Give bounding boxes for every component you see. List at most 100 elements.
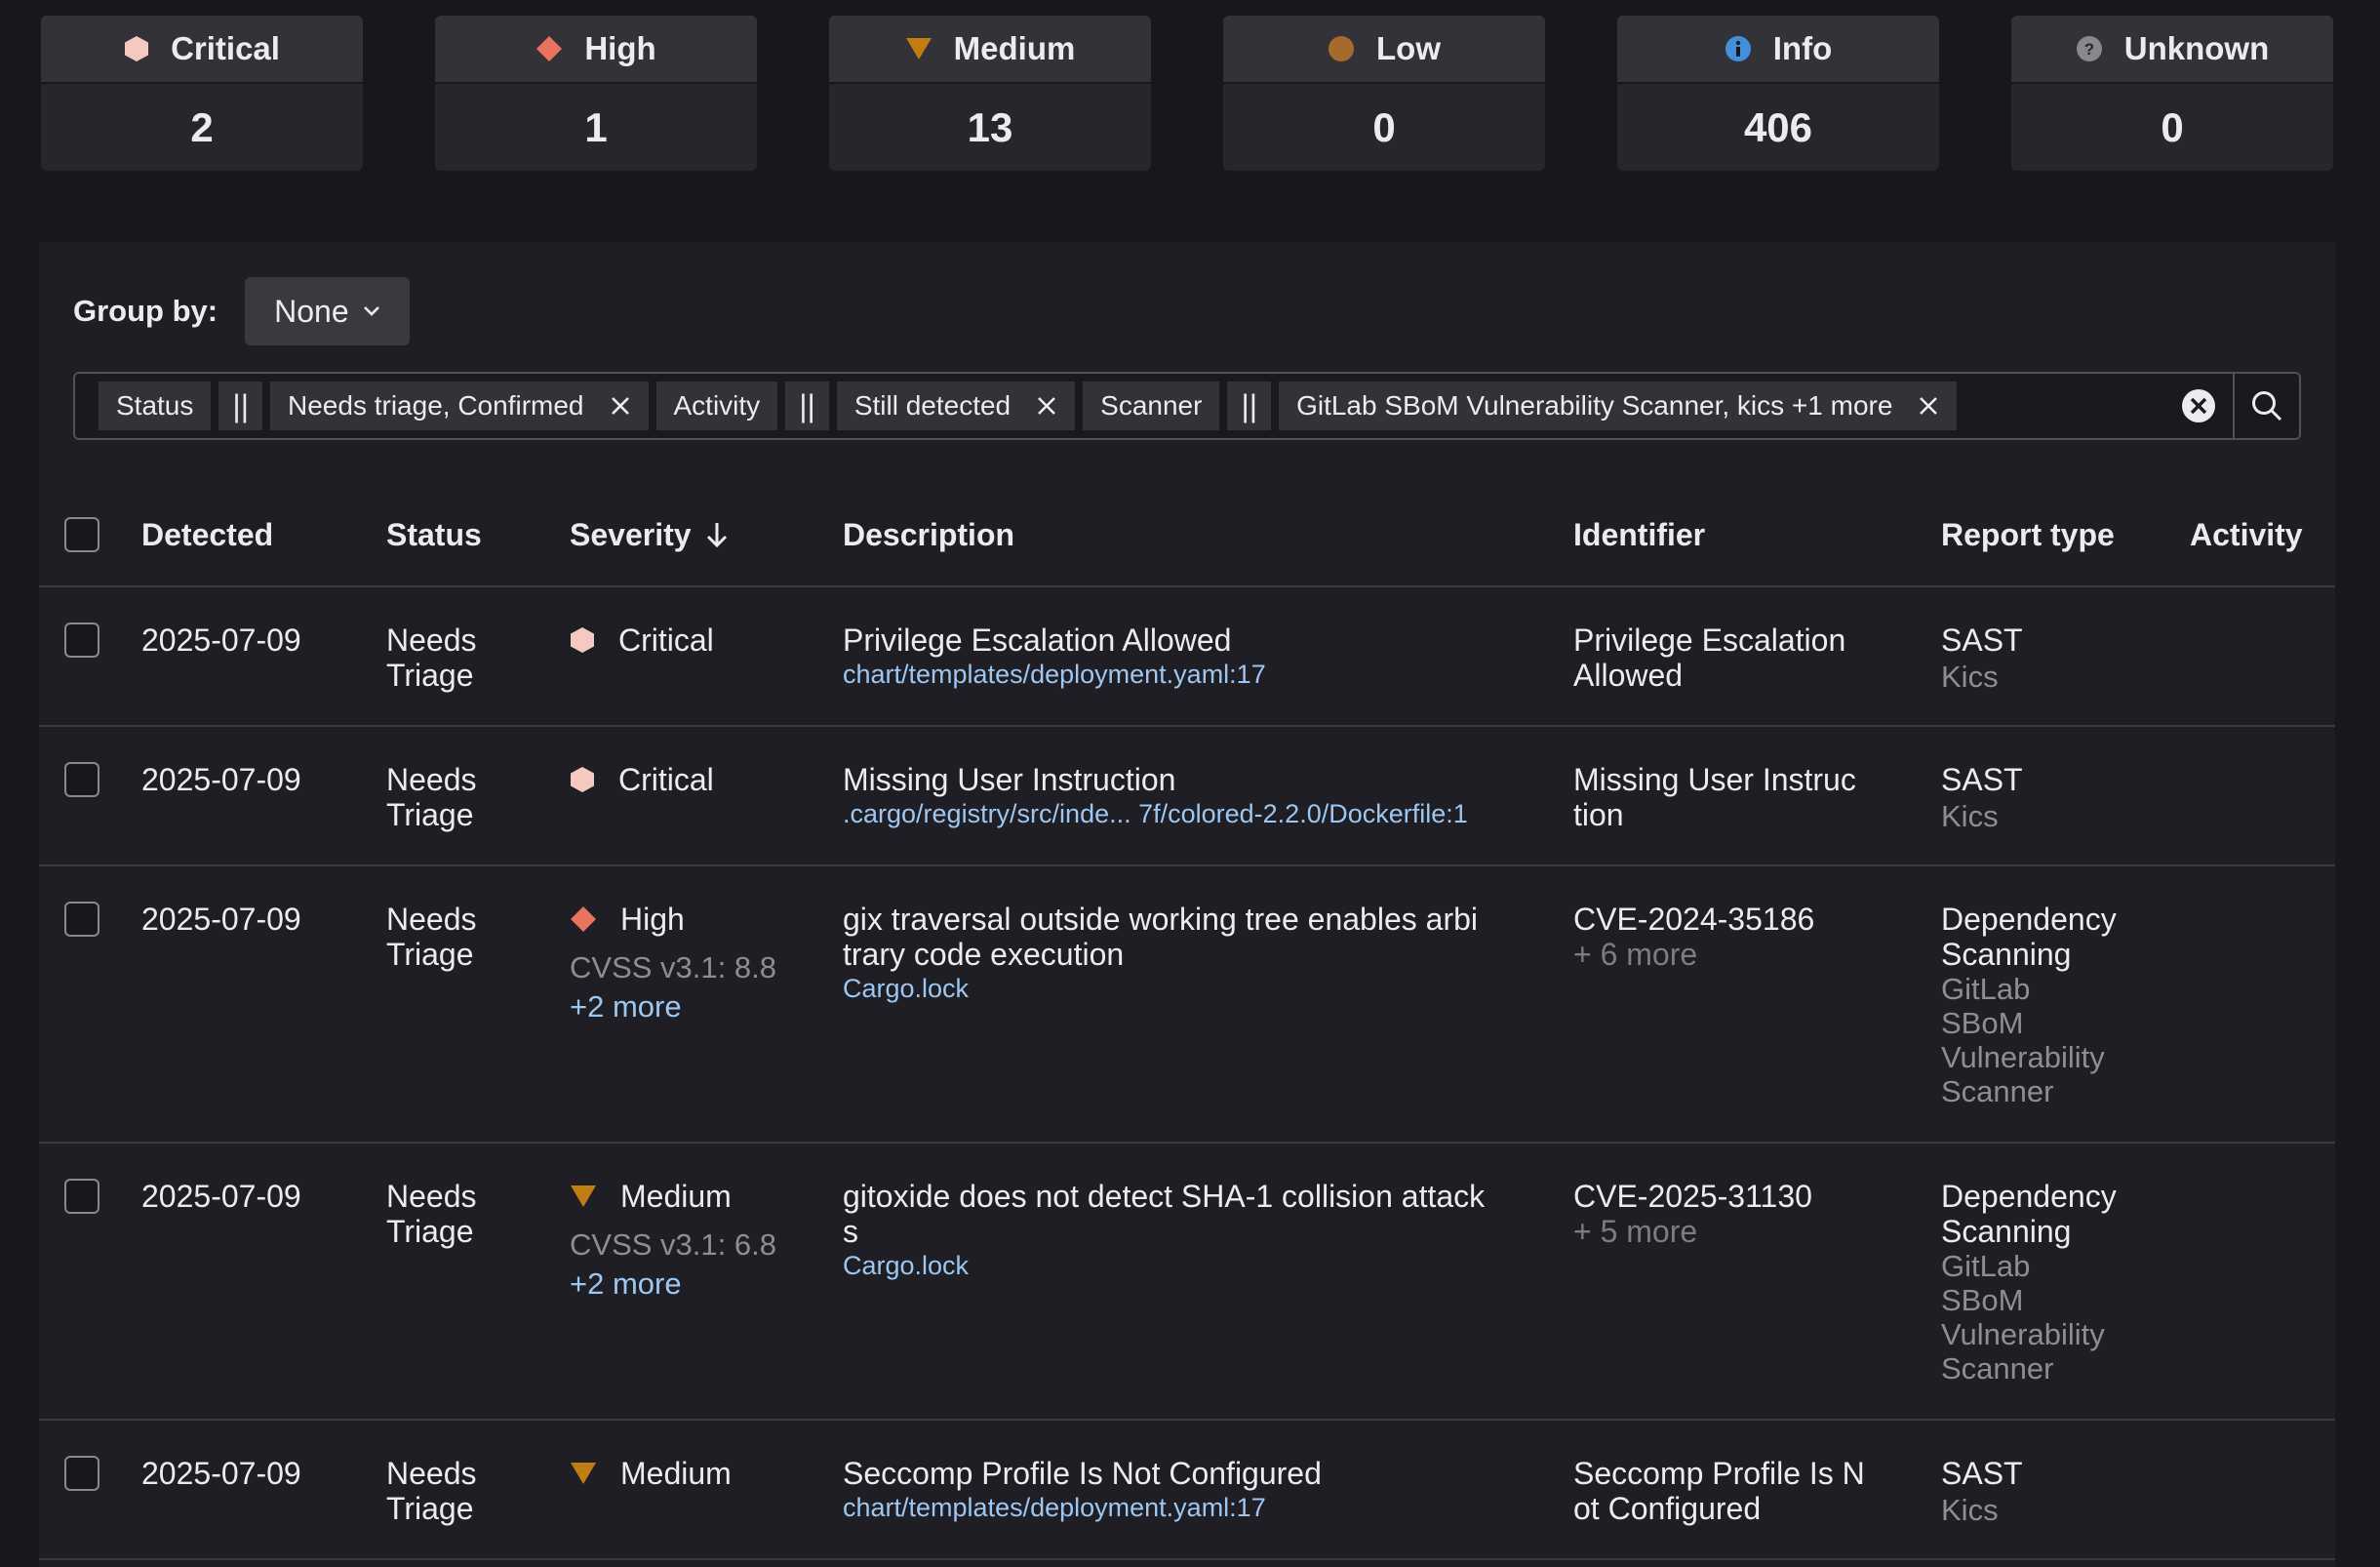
- summary-card-unknown[interactable]: ? Unknown 0: [2011, 16, 2333, 171]
- identifier-line: CVE-2024-35186: [1573, 902, 1815, 937]
- unknown-question-icon: ?: [2076, 35, 2103, 62]
- status-cell: Needs Triage: [386, 1456, 477, 1526]
- summary-card-critical[interactable]: Critical 2: [41, 16, 363, 171]
- filter-value-text: Needs triage, Confirmed: [288, 390, 584, 421]
- report-type: SAST: [1941, 623, 2023, 658]
- filtered-search-bar[interactable]: Status || Needs triage, Confirmed Activi…: [73, 372, 2301, 440]
- filter-token-key[interactable]: Activity: [655, 382, 778, 430]
- report-type: Scanning: [1941, 1214, 2072, 1249]
- summary-card-medium[interactable]: Medium 13: [829, 16, 1151, 171]
- table-row[interactable]: 2025-07-09 Needs Triage Critical Privile…: [39, 587, 2335, 727]
- column-header-identifier[interactable]: Identifier: [1573, 517, 1705, 553]
- description-title[interactable]: Privilege Escalation Allowed: [843, 623, 1565, 658]
- table-row[interactable]: 2025-07-09 Needs Triage Medium Seccomp P…: [39, 1421, 2335, 1560]
- description-cell: Seccomp Profile Is Not Configured chart/…: [843, 1456, 1565, 1524]
- identifier-line: Seccomp Profile Is N: [1573, 1456, 1865, 1491]
- file-location-link[interactable]: chart/templates/deployment.yaml:17: [843, 658, 1565, 691]
- row-checkbox[interactable]: [64, 623, 99, 658]
- file-location-link[interactable]: chart/templates/deployment.yaml:17: [843, 1491, 1565, 1524]
- description-title-cont[interactable]: s: [843, 1214, 1565, 1249]
- description-title[interactable]: gix traversal outside working tree enabl…: [843, 902, 1565, 937]
- select-all-checkbox[interactable]: [64, 517, 99, 552]
- cvss-score: CVSS v3.1: 6.8: [570, 1227, 776, 1262]
- table-row[interactable]: 2025-07-09 Needs Triage High CVSS v3.1: …: [39, 866, 2335, 1144]
- report-type: SAST: [1941, 762, 2023, 797]
- more-scores-link[interactable]: +2 more: [570, 1265, 776, 1304]
- row-checkbox[interactable]: [64, 1179, 99, 1214]
- summary-label: Info: [1772, 30, 1833, 66]
- row-checkbox[interactable]: [64, 1456, 99, 1491]
- status-line: Triage: [386, 1491, 474, 1526]
- summary-count: 2: [190, 103, 214, 150]
- status-cell: Needs Triage: [386, 623, 477, 693]
- filter-token-value[interactable]: GitLab SBoM Vulnerability Scanner, kics …: [1279, 382, 1958, 430]
- column-header-detected[interactable]: Detected: [141, 517, 273, 553]
- summary-card-high[interactable]: High 1: [435, 16, 757, 171]
- filter-token-operator[interactable]: ||: [785, 382, 829, 430]
- report-type-cell: SAST Kics: [1941, 623, 2023, 697]
- medium-triangle-icon: [905, 36, 932, 61]
- summary-card-low[interactable]: Low 0: [1223, 16, 1545, 171]
- description-title[interactable]: gitoxide does not detect SHA-1 collision…: [843, 1179, 1565, 1214]
- group-by-dropdown[interactable]: None: [245, 277, 410, 345]
- summary-label: Medium: [953, 30, 1076, 66]
- file-location-link[interactable]: .cargo/registry/src/inde... 7f/colored-2…: [843, 797, 1565, 830]
- description-title-cont[interactable]: trary code execution: [843, 937, 1565, 972]
- scanner-name: GitLab: [1941, 972, 2031, 1006]
- filter-token-operator[interactable]: ||: [1227, 382, 1272, 430]
- row-checkbox[interactable]: [64, 762, 99, 797]
- report-type-cell: SAST Kics: [1941, 762, 2023, 836]
- file-location-link[interactable]: Cargo.lock: [843, 972, 1565, 1005]
- search-icon: [2250, 389, 2283, 422]
- row-checkbox[interactable]: [64, 902, 99, 937]
- status-line: Triage: [386, 797, 474, 832]
- table-header: Detected Status Severity Description Ide…: [39, 484, 2335, 587]
- severity-cell: Medium: [570, 1456, 732, 1491]
- identifier-more: + 5 more: [1573, 1214, 1698, 1249]
- severity-cell: Medium CVSS v3.1: 6.8 +2 more: [570, 1179, 776, 1304]
- column-header-severity[interactable]: Severity: [570, 517, 729, 553]
- column-header-status[interactable]: Status: [386, 517, 482, 553]
- summary-count: 0: [1372, 103, 1396, 150]
- filter-token-value[interactable]: Still detected: [836, 382, 1076, 430]
- filter-token-operator[interactable]: ||: [218, 382, 263, 430]
- description-title[interactable]: Missing User Instruction: [843, 762, 1565, 797]
- column-header-activity[interactable]: Activity: [2190, 517, 2303, 553]
- clear-all-icon[interactable]: [2180, 387, 2217, 429]
- severity-cell: High CVSS v3.1: 8.8 +2 more: [570, 902, 776, 1026]
- filter-value-text: GitLab SBoM Vulnerability Scanner, kics …: [1296, 390, 1893, 421]
- close-icon[interactable]: [610, 395, 631, 417]
- report-type-cell: Dependency Scanning GitLab SBoM Vulnerab…: [1941, 1179, 2117, 1386]
- status-line: Needs: [386, 623, 477, 658]
- vulnerability-report-panel: Group by: None Status || Needs triage, C…: [39, 242, 2335, 1567]
- column-header-report-type[interactable]: Report type: [1941, 517, 2115, 553]
- identifier-cell: Seccomp Profile Is N ot Configured: [1573, 1456, 1865, 1526]
- filter-value-text: Still detected: [853, 390, 1012, 421]
- column-header-description[interactable]: Description: [843, 517, 1014, 553]
- table-row[interactable]: 2025-07-09 Needs Triage Medium CVSS v3.1…: [39, 1144, 2335, 1421]
- description-cell: gix traversal outside working tree enabl…: [843, 902, 1565, 1005]
- report-type: Dependency: [1941, 902, 2117, 937]
- description-title[interactable]: Seccomp Profile Is Not Configured: [843, 1456, 1565, 1491]
- critical-hexagon-icon: [124, 35, 149, 62]
- file-location-link[interactable]: Cargo.lock: [843, 1249, 1565, 1282]
- description-cell: Privilege Escalation Allowed chart/templ…: [843, 623, 1565, 691]
- critical-hexagon-icon: [570, 626, 595, 654]
- status-line: Triage: [386, 658, 474, 693]
- severity-label: Medium: [620, 1179, 732, 1214]
- scanner-name: Scanner: [1941, 1074, 2054, 1108]
- filter-token-key[interactable]: Scanner: [1083, 382, 1220, 430]
- summary-label: Critical: [171, 30, 280, 66]
- identifier-line: tion: [1573, 797, 1624, 832]
- close-icon[interactable]: [1036, 395, 1057, 417]
- more-scores-link[interactable]: +2 more: [570, 987, 776, 1026]
- filter-token-key[interactable]: Status: [99, 382, 212, 430]
- table-row[interactable]: 2025-07-09 Needs Triage Critical Missing…: [39, 727, 2335, 866]
- filter-token-value[interactable]: Needs triage, Confirmed: [270, 382, 649, 430]
- identifier-line: Privilege Escalation: [1573, 623, 1846, 658]
- detected-date: 2025-07-09: [141, 1456, 301, 1491]
- identifier-cell: Privilege Escalation Allowed: [1573, 623, 1845, 693]
- summary-card-info[interactable]: Info 406: [1617, 16, 1939, 171]
- close-icon[interactable]: [1918, 395, 1939, 417]
- search-button[interactable]: [2233, 374, 2299, 438]
